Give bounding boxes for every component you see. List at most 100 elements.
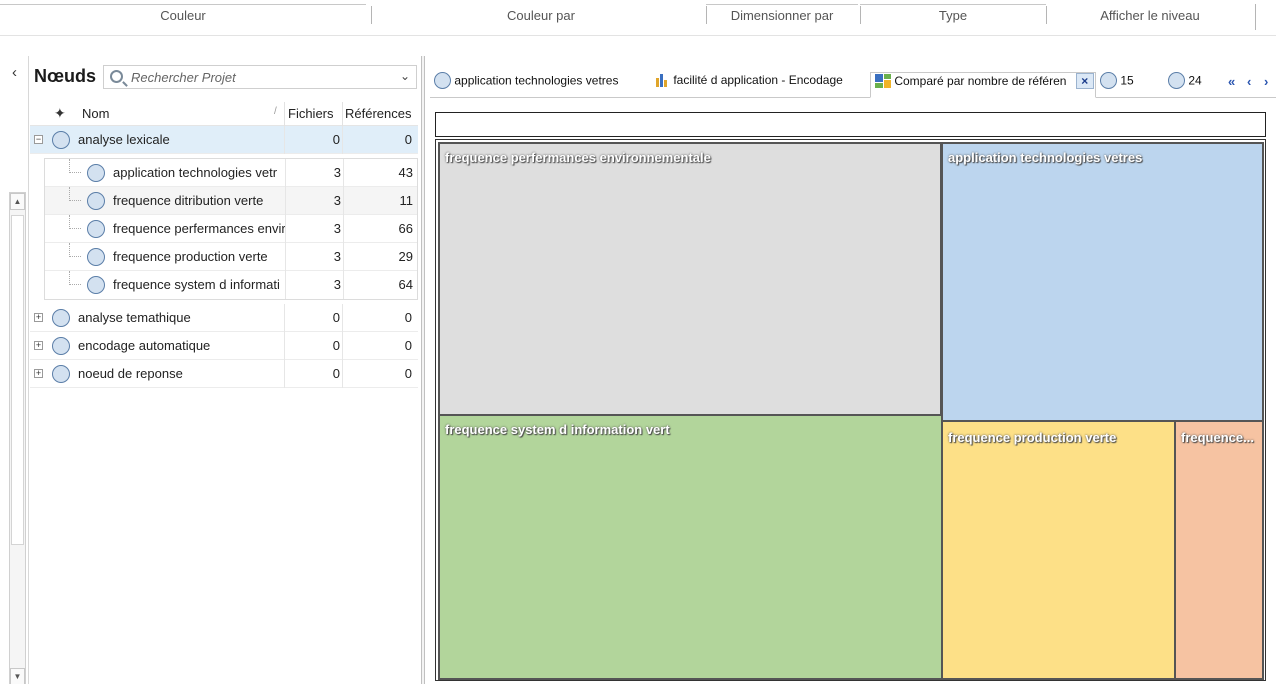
panel-border: [28, 56, 29, 684]
ribbon-divider: [860, 4, 1046, 5]
node-files-count: 3: [333, 221, 341, 236]
node-files-count: 3: [333, 277, 341, 292]
node-circle-icon: [87, 276, 105, 294]
expand-toggle-icon[interactable]: +: [34, 313, 43, 322]
nodes-tree: ✦ Nom / Fichiers Références − analyse le…: [30, 102, 418, 388]
node-circle-icon: [1100, 72, 1117, 89]
column-separator: [285, 215, 286, 243]
tree-row-child[interactable]: frequence ditribution verte 3 11: [45, 187, 417, 215]
tree-row-analyse-tematique[interactable]: + analyse temathique 0 0: [30, 304, 418, 332]
collapse-toggle-icon[interactable]: −: [34, 135, 43, 144]
node-files-count: 3: [333, 165, 341, 180]
tree-header: ✦ Nom / Fichiers Références: [30, 102, 418, 126]
column-header-name[interactable]: Nom: [82, 106, 109, 121]
ribbon-divider: [706, 4, 858, 5]
column-separator: [285, 159, 286, 187]
treemap-cell-application-technologies[interactable]: application technologies vetres: [941, 142, 1264, 422]
tab-compare-par-references[interactable]: Comparé par nombre de référen ×: [870, 72, 1096, 98]
node-files-count: 0: [332, 310, 340, 325]
tree-row-encodage-automatique[interactable]: + encodage automatique 0 0: [30, 332, 418, 360]
treemap-cell-production-verte[interactable]: frequence production verte: [941, 420, 1176, 680]
tab-scroll-prev-icon[interactable]: ‹: [1247, 74, 1251, 89]
treemap-header-bar: [435, 112, 1266, 137]
chevron-down-icon[interactable]: ⌄: [400, 69, 410, 83]
ribbon-group-dimensionner-par[interactable]: Dimensionner par: [706, 8, 858, 23]
node-references-count: 66: [398, 221, 413, 236]
tree-connector: [69, 271, 81, 285]
expand-toggle-icon[interactable]: +: [34, 341, 43, 350]
tree-row-child[interactable]: frequence perfermances envir 3 66: [45, 215, 417, 243]
column-separator: [284, 360, 285, 388]
column-separator: [342, 332, 343, 360]
treemap-icon: [875, 74, 891, 88]
tree-connector: [69, 159, 81, 173]
node-label: analyse temathique: [78, 310, 191, 325]
tree-row-child[interactable]: frequence system d informati 3 64: [45, 271, 417, 299]
scroll-up-icon[interactable]: ▲: [10, 193, 25, 210]
ribbon-separator: [1255, 4, 1256, 30]
tab-scroll-next-icon[interactable]: ›: [1264, 74, 1268, 89]
column-separator: [342, 126, 343, 154]
node-circle-icon: [52, 131, 70, 149]
collapse-panel-chevron-icon[interactable]: ‹: [12, 64, 17, 81]
treemap-cell-system-information[interactable]: frequence system d information vert: [438, 414, 943, 680]
treemap-cell-perfermances[interactable]: frequence perfermances environnementale: [438, 142, 942, 416]
nodes-panel-title: Nœuds: [34, 66, 96, 86]
vertical-scrollbar[interactable]: ▲ ▼: [9, 192, 26, 684]
ribbon-group-couleur-par[interactable]: Couleur par: [376, 8, 706, 23]
ribbon-group-afficher-niveau[interactable]: Afficher le niveau: [1050, 8, 1250, 23]
ribbon-group-type[interactable]: Type: [860, 8, 1046, 23]
column-separator: [343, 215, 344, 243]
ribbon-separator: [1046, 6, 1047, 24]
expand-toggle-icon[interactable]: +: [34, 369, 43, 378]
column-separator: [284, 126, 285, 154]
ribbon-group-couleur[interactable]: Couleur: [0, 8, 366, 23]
scrollbar-thumb[interactable]: [11, 215, 24, 545]
node-circle-icon: [87, 192, 105, 210]
tab-15[interactable]: 15: [1096, 72, 1162, 98]
node-label: analyse lexicale: [78, 132, 170, 147]
treemap-cell-distribution-verte[interactable]: frequence...: [1174, 420, 1264, 680]
node-circle-icon: [87, 248, 105, 266]
scroll-down-icon[interactable]: ▼: [10, 668, 25, 684]
node-files-count: 3: [333, 193, 341, 208]
search-icon: [110, 70, 123, 83]
column-header-files[interactable]: Fichiers: [288, 106, 334, 121]
column-header-references[interactable]: Références: [345, 106, 411, 121]
column-separator: [284, 304, 285, 332]
tab-label: Comparé par nombre de référen: [894, 74, 1067, 88]
close-icon[interactable]: ×: [1075, 73, 1094, 89]
treemap-cell-label: frequence system d information vert: [445, 422, 670, 437]
node-label: application technologies vetr: [113, 165, 278, 180]
column-separator: [285, 243, 286, 271]
tab-facilite-application[interactable]: facilité d application - Encodage: [652, 72, 864, 98]
tree-row-child[interactable]: application technologies vetr 3 43: [45, 159, 417, 187]
node-circle-icon: [52, 337, 70, 355]
tree-connector: [69, 215, 81, 229]
ribbon-separator: [371, 6, 372, 24]
tab-application-technologies[interactable]: application technologies vetres: [430, 72, 650, 98]
node-circle-icon: [434, 72, 451, 89]
tab-label: 24: [1188, 73, 1202, 88]
node-circle-icon: [52, 309, 70, 327]
ribbon: Couleur Couleur par Dimensionner par Typ…: [0, 0, 1276, 36]
tab-scroll-first-icon[interactable]: «: [1228, 74, 1235, 89]
tab-24[interactable]: 24: [1164, 72, 1224, 98]
node-label: frequence system d informati: [113, 277, 280, 292]
node-references-count: 0: [404, 338, 412, 353]
panel-splitter[interactable]: [421, 56, 425, 684]
column-separator: [343, 159, 344, 187]
column-separator: [342, 102, 343, 126]
tree-row-analyse-lexicale[interactable]: − analyse lexicale 0 0: [30, 126, 418, 154]
search-input[interactable]: Rechercher Projet ⌄: [103, 65, 417, 89]
column-separator: [343, 271, 344, 299]
treemap-cell-label: frequence production verte: [948, 430, 1117, 445]
column-separator: [285, 271, 286, 299]
tab-label: facilité d application - Encodage: [673, 72, 843, 87]
column-separator: [343, 243, 344, 271]
pin-icon[interactable]: ✦: [54, 105, 66, 122]
node-references-count: 0: [404, 366, 412, 381]
node-references-count: 0: [404, 310, 412, 325]
tree-row-child[interactable]: frequence production verte 3 29: [45, 243, 417, 271]
tree-row-noeud-de-reponse[interactable]: + noeud de reponse 0 0: [30, 360, 418, 388]
